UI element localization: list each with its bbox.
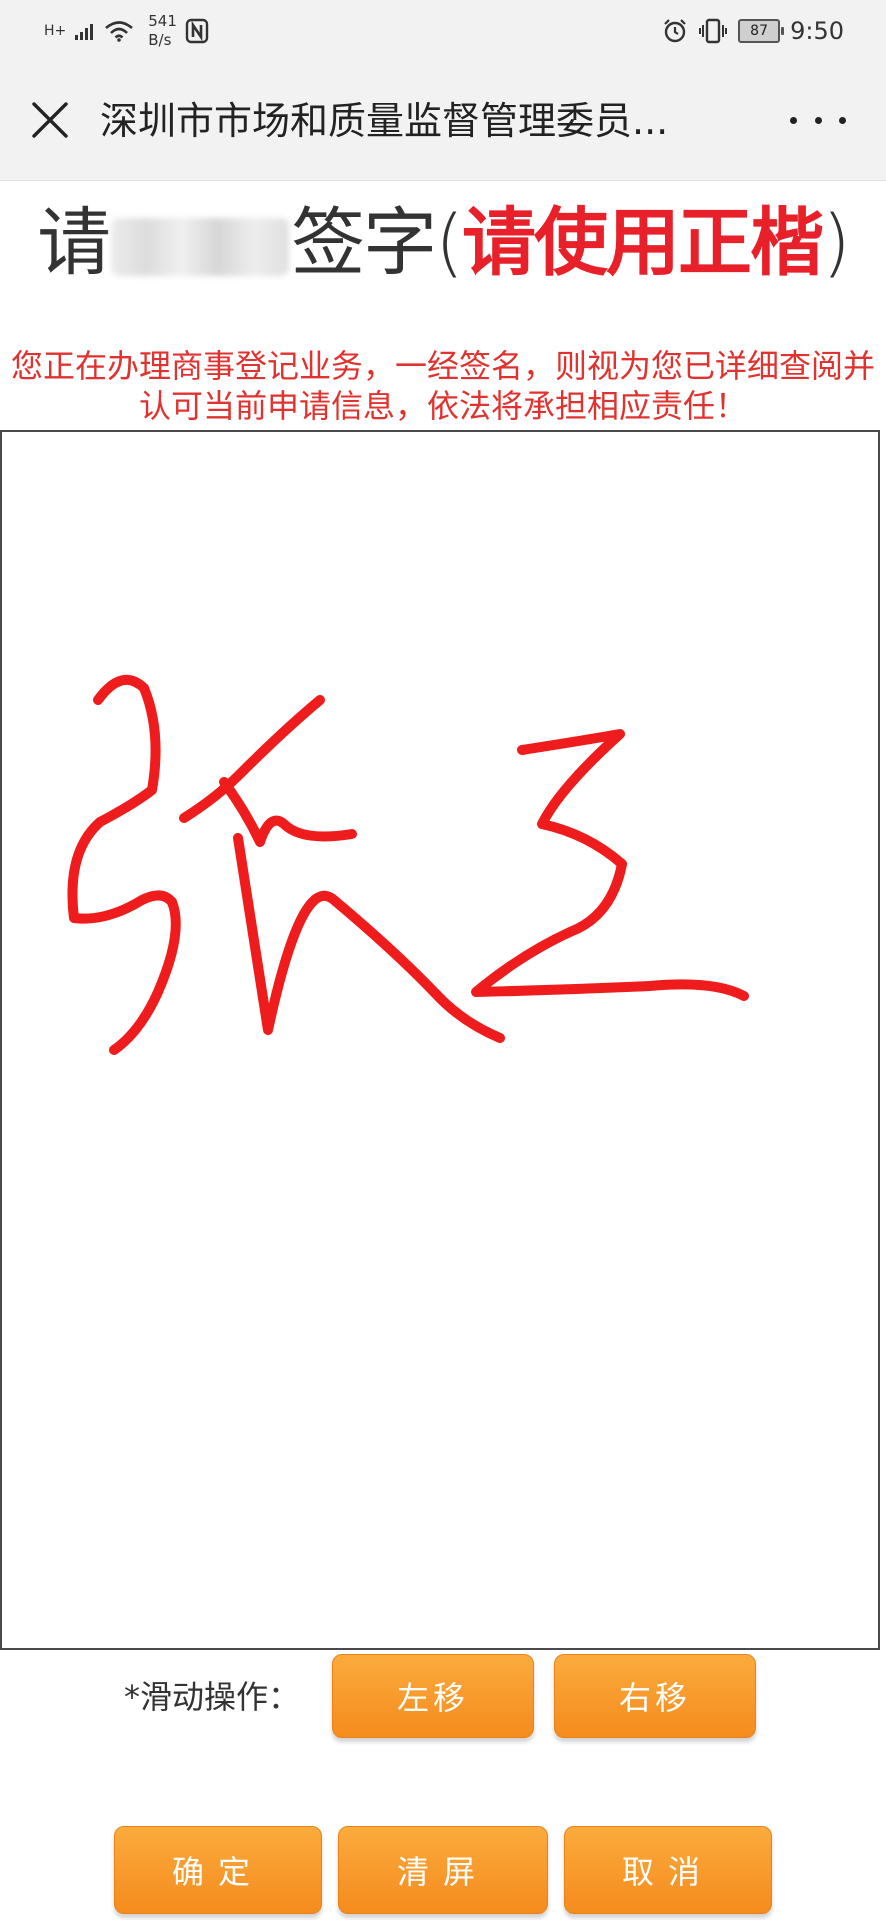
sign-heading-suffix: 签字 [291, 200, 437, 286]
legal-notice: 您正在办理商事登记业务，一经签名，则视为您已详细查阅并认可当前申请信息，依法将承… [10, 347, 875, 425]
confirm-button[interactable]: 确定 [114, 1826, 322, 1914]
slide-operation-label: *滑动操作： [124, 1678, 301, 1716]
close-button[interactable] [28, 98, 72, 142]
signature-canvas[interactable] [0, 430, 880, 1650]
signature-page: H+ 541 B/s 87 9:50 深圳市市场和质量监督管理委员... 请 签… [0, 0, 886, 1920]
net-speed: 541 B/s [148, 12, 177, 50]
more-dot [790, 116, 797, 124]
more-dot [839, 116, 846, 124]
network-type: H+ [44, 23, 67, 39]
regular-script-hint: 请使用正楷 [462, 200, 824, 286]
blurred-name [111, 218, 290, 277]
signal-icon [75, 24, 94, 40]
nfc-icon [185, 18, 209, 44]
sign-heading-prefix: 请 [37, 200, 111, 286]
status-left: H+ 541 B/s [44, 8, 209, 54]
alarm-icon [664, 19, 686, 43]
move-left-button[interactable]: 左移 [332, 1654, 534, 1738]
handwritten-signature [67, 674, 749, 1055]
title-bar: 深圳市市场和质量监督管理委员... [0, 62, 886, 181]
clock: 9:50 [790, 17, 844, 45]
battery-icon: 87 [738, 19, 785, 43]
close-icon [32, 102, 68, 138]
net-speed-value: 541 [148, 12, 177, 30]
page-title: 深圳市市场和质量监督管理委员... [100, 99, 669, 143]
wifi-icon [105, 21, 134, 42]
status-right: 87 9:50 [662, 10, 844, 52]
net-speed-unit: B/s [148, 31, 172, 49]
paren-open: ( [435, 200, 464, 286]
more-dots-icon[interactable] [790, 98, 846, 142]
paren-close: ) [822, 200, 851, 286]
more-dot [814, 116, 822, 124]
cancel-button[interactable]: 取消 [564, 1826, 772, 1914]
status-bar: H+ 541 B/s 87 9:50 [0, 0, 886, 62]
clear-screen-button[interactable]: 清屏 [338, 1826, 548, 1914]
vibrate-icon [699, 18, 728, 44]
sign-heading: 请 签字(请使用正楷) [0, 198, 886, 288]
move-right-button[interactable]: 右移 [554, 1654, 756, 1738]
